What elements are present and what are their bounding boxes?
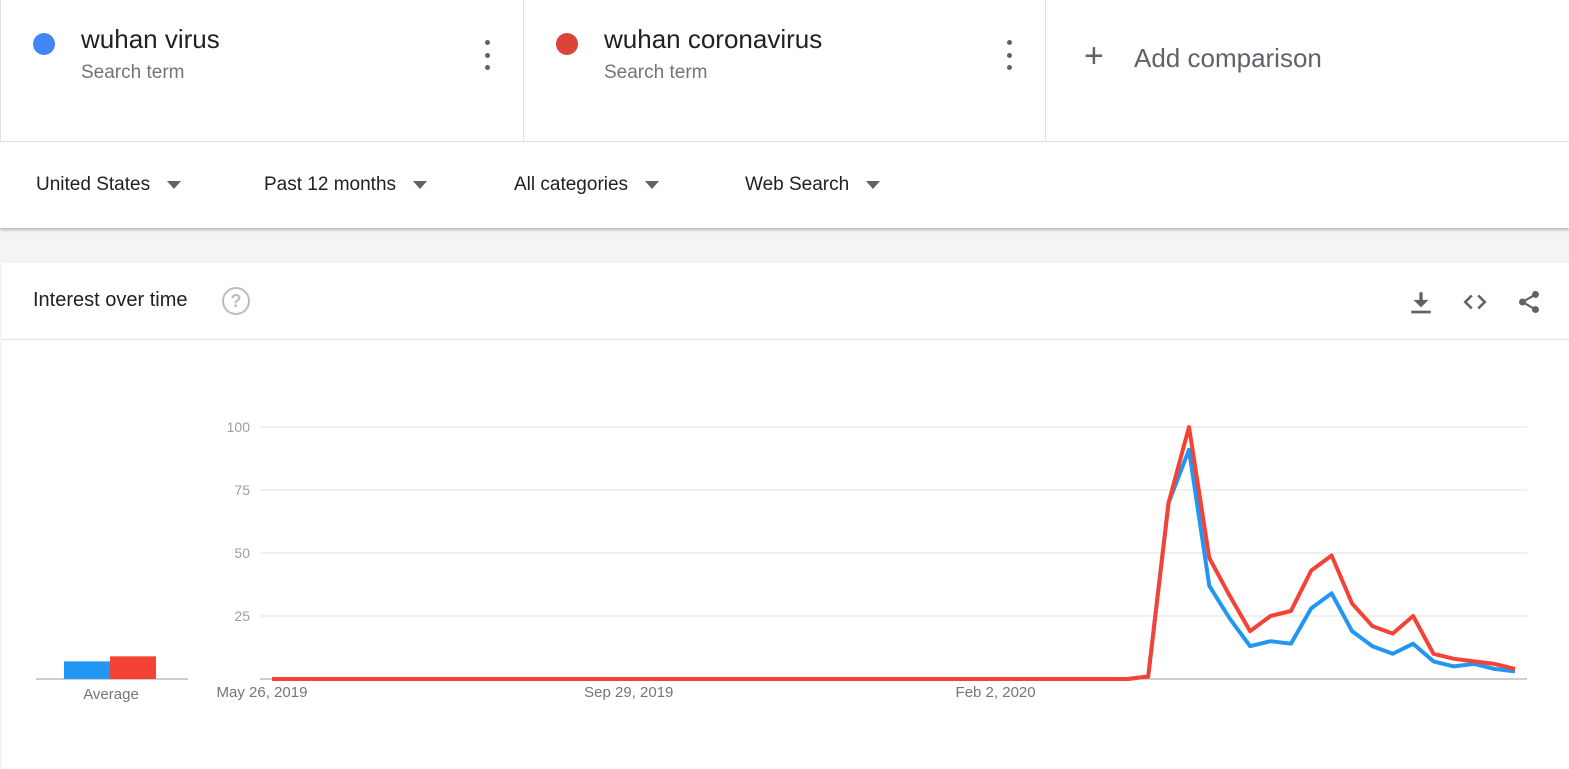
y-tick-label: 25	[234, 608, 250, 624]
more-vert-icon[interactable]	[999, 40, 1019, 70]
term-card-wuhan-virus[interactable]: wuhan virus Search term	[0, 0, 523, 141]
time-range-dropdown-label: Past 12 months	[264, 174, 397, 195]
region-dropdown-label: United States	[36, 174, 151, 195]
dropdown-arrow-icon	[645, 181, 660, 189]
plus-icon: +	[1084, 37, 1104, 75]
term-type-label: Search term	[604, 62, 708, 83]
y-tick-label: 100	[227, 419, 251, 435]
share-icon[interactable]	[1516, 289, 1542, 315]
chart-area: 25 50 75 100 May 26, 2019 Sep 29, 2019 Feb 2, …	[2, 340, 1569, 769]
region-dropdown[interactable]: United States	[36, 174, 182, 196]
average-bar-2	[110, 656, 156, 679]
x-tick-label: Sep 29, 2019	[584, 684, 673, 701]
embed-code-icon[interactable]	[1462, 289, 1488, 315]
filter-bar: United States Past 12 months All categor…	[0, 142, 1569, 228]
card-title: Interest over time	[33, 289, 188, 311]
y-tick-label: 50	[234, 545, 250, 561]
add-comparison-label[interactable]: Add comparison	[1134, 43, 1322, 74]
comparison-terms-bar: wuhan virus Search term wuhan coronaviru…	[0, 0, 1569, 142]
time-range-dropdown[interactable]: Past 12 months	[264, 174, 428, 196]
series-color-dot	[33, 33, 55, 55]
search-type-dropdown[interactable]: Web Search	[745, 174, 881, 196]
average-bar-1	[64, 661, 110, 679]
dropdown-arrow-icon	[866, 181, 881, 189]
more-vert-icon[interactable]	[477, 40, 497, 70]
line-chart: 25 50 75 100 May 26, 2019 Sep 29, 2019 Feb 2, …	[36, 419, 1527, 703]
download-icon[interactable]	[1408, 289, 1434, 315]
dropdown-arrow-icon	[167, 181, 182, 189]
x-tick-label: Feb 2, 2020	[956, 684, 1036, 701]
card-header: Interest over time ?	[2, 263, 1569, 340]
add-comparison-button[interactable]: + Add comparison	[1045, 0, 1569, 141]
y-tick-label: 75	[234, 482, 250, 498]
term-card-wuhan-coronavirus[interactable]: wuhan coronavirus Search term	[523, 0, 1045, 141]
search-type-dropdown-label: Web Search	[745, 174, 850, 195]
dropdown-arrow-icon	[413, 181, 428, 189]
interest-over-time-card: Interest over time ? 25 50 75 100 May 26, 20…	[2, 263, 1569, 769]
series-color-dot	[556, 33, 578, 55]
average-label: Average	[83, 686, 139, 703]
term-name[interactable]: wuhan coronavirus	[604, 24, 822, 55]
series-line-1	[272, 447, 1516, 681]
term-name[interactable]: wuhan virus	[81, 24, 220, 55]
help-circle-icon[interactable]: ?	[222, 287, 250, 315]
category-dropdown-label: All categories	[514, 174, 629, 195]
term-type-label: Search term	[81, 62, 185, 83]
x-tick-label: May 26, 2019	[217, 684, 308, 701]
category-dropdown[interactable]: All categories	[514, 174, 660, 196]
